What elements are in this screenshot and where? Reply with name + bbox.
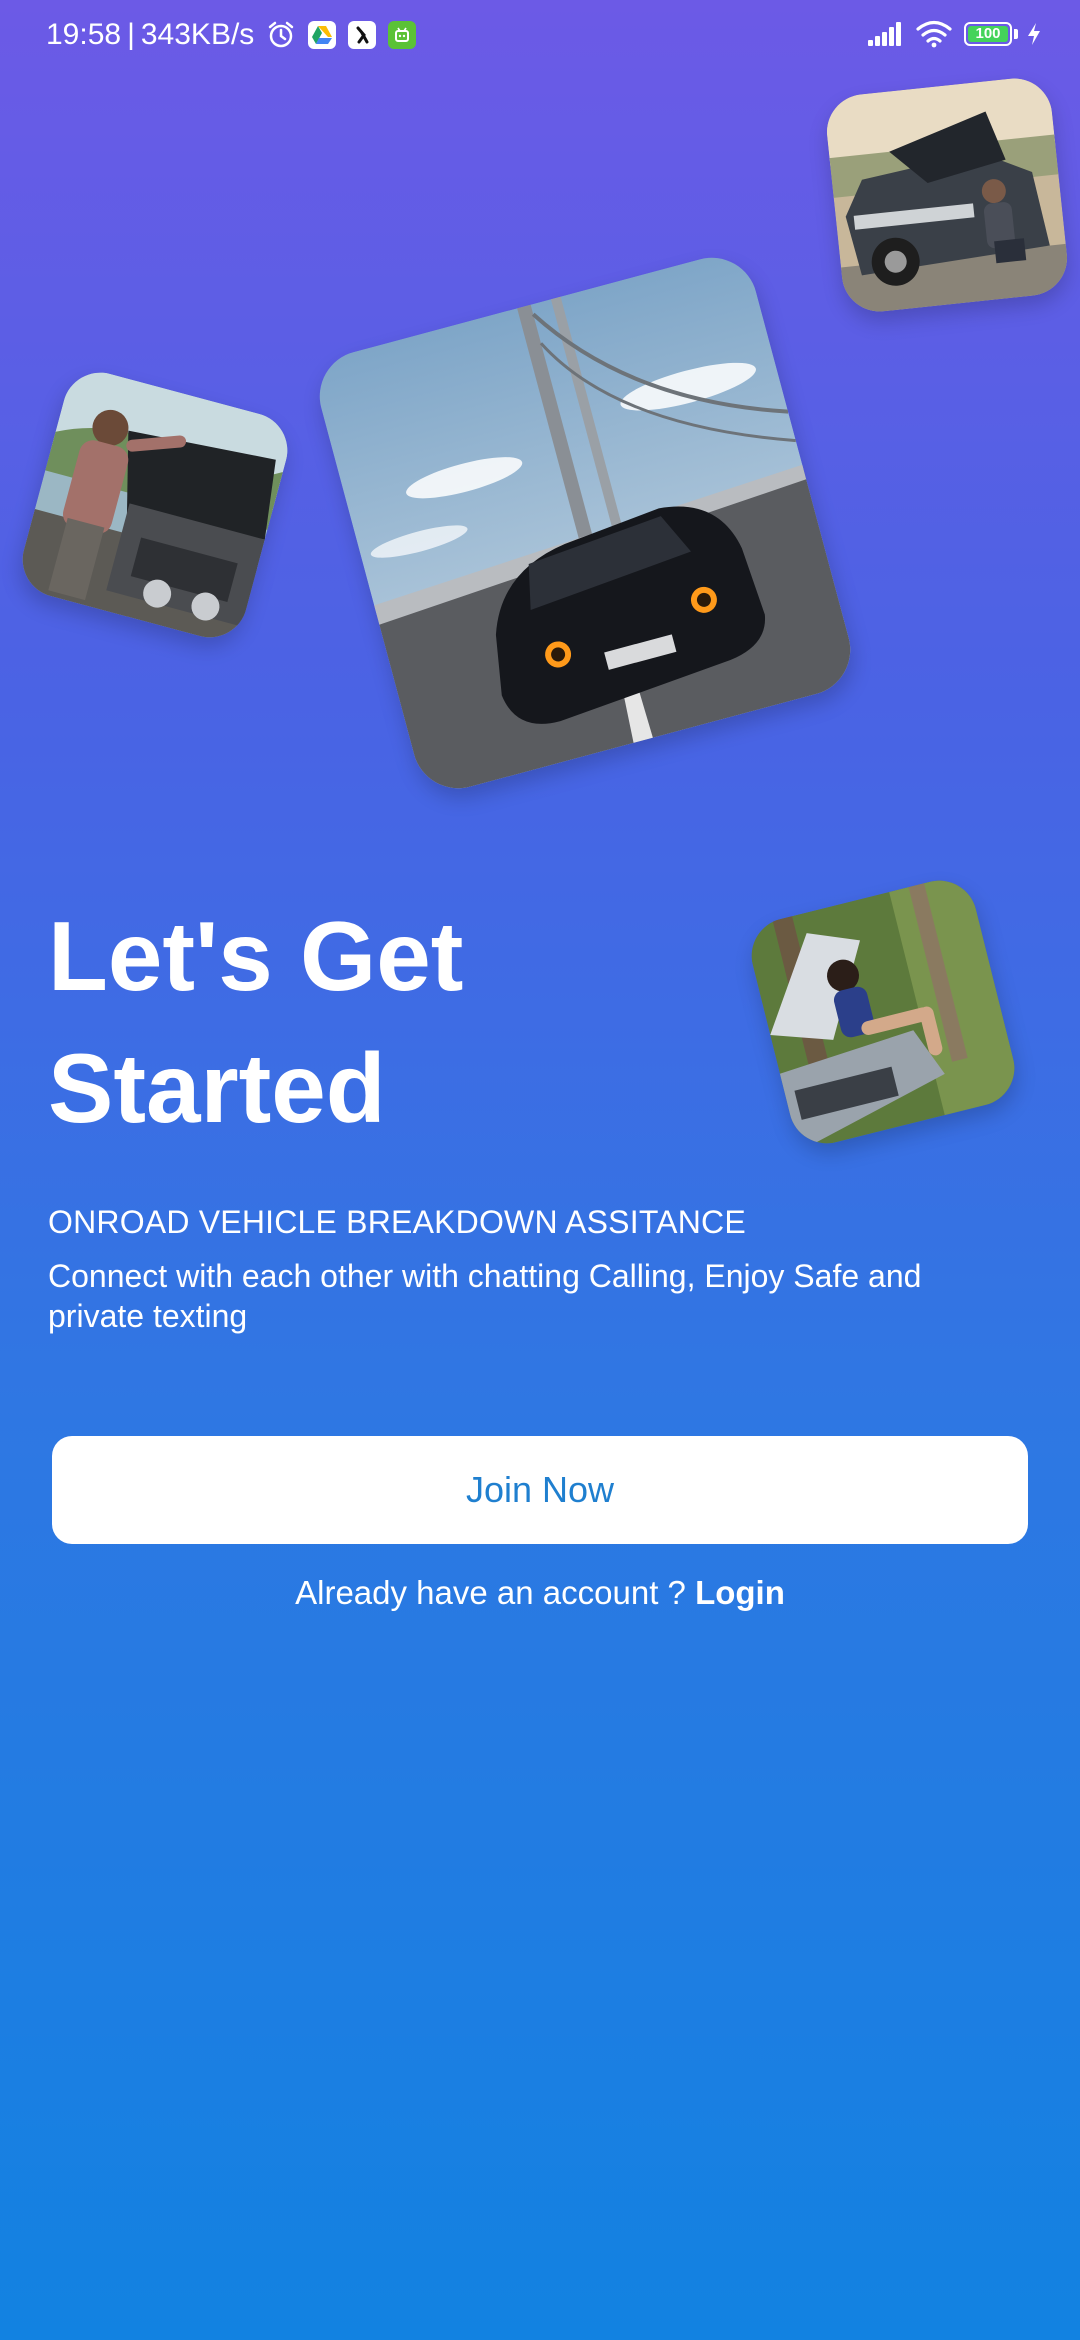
- status-time: 19:58: [46, 18, 122, 51]
- wifi-icon: [916, 20, 952, 48]
- page-title: Let's Get Started: [48, 890, 568, 1154]
- page-title-line2: Started: [48, 1033, 386, 1143]
- charging-icon: [1026, 22, 1042, 46]
- man-checking-engine-photo: [14, 364, 296, 646]
- status-net-speed: 343KB/s: [140, 18, 255, 51]
- status-bar-right: 100: [866, 20, 1042, 48]
- woman-by-suv-photo: [823, 74, 1071, 316]
- app-tagline: ONROAD VEHICLE BREAKDOWN ASSITANCE: [48, 1204, 746, 1240]
- signal-icon: [866, 21, 904, 47]
- google-drive-icon: [308, 21, 337, 49]
- car-on-bridge-photo: [309, 247, 861, 799]
- alarm-icon: [266, 20, 296, 50]
- battery-icon: 100: [964, 22, 1012, 46]
- status-bar-left: 19:58 | 343KB/s: [46, 18, 417, 52]
- status-bar: 19:58 | 343KB/s 100: [0, 0, 1080, 76]
- woman-on-car-hood-photo: [743, 872, 1023, 1152]
- app-description: Connect with each other with chatting Ca…: [48, 1258, 922, 1334]
- login-prompt-row: Already have an account ? Login: [0, 1574, 1080, 1612]
- join-now-button[interactable]: Join Now: [52, 1436, 1028, 1544]
- android-icon: [388, 21, 417, 49]
- login-link[interactable]: Login: [695, 1574, 785, 1611]
- battery-tip: [1014, 29, 1018, 39]
- page-title-line1: Let's Get: [48, 901, 464, 1011]
- login-prompt-text: Already have an account ?: [295, 1574, 686, 1611]
- app-icon: [348, 21, 377, 49]
- battery-percent: 100: [975, 25, 1001, 42]
- status-separator: |: [127, 18, 135, 51]
